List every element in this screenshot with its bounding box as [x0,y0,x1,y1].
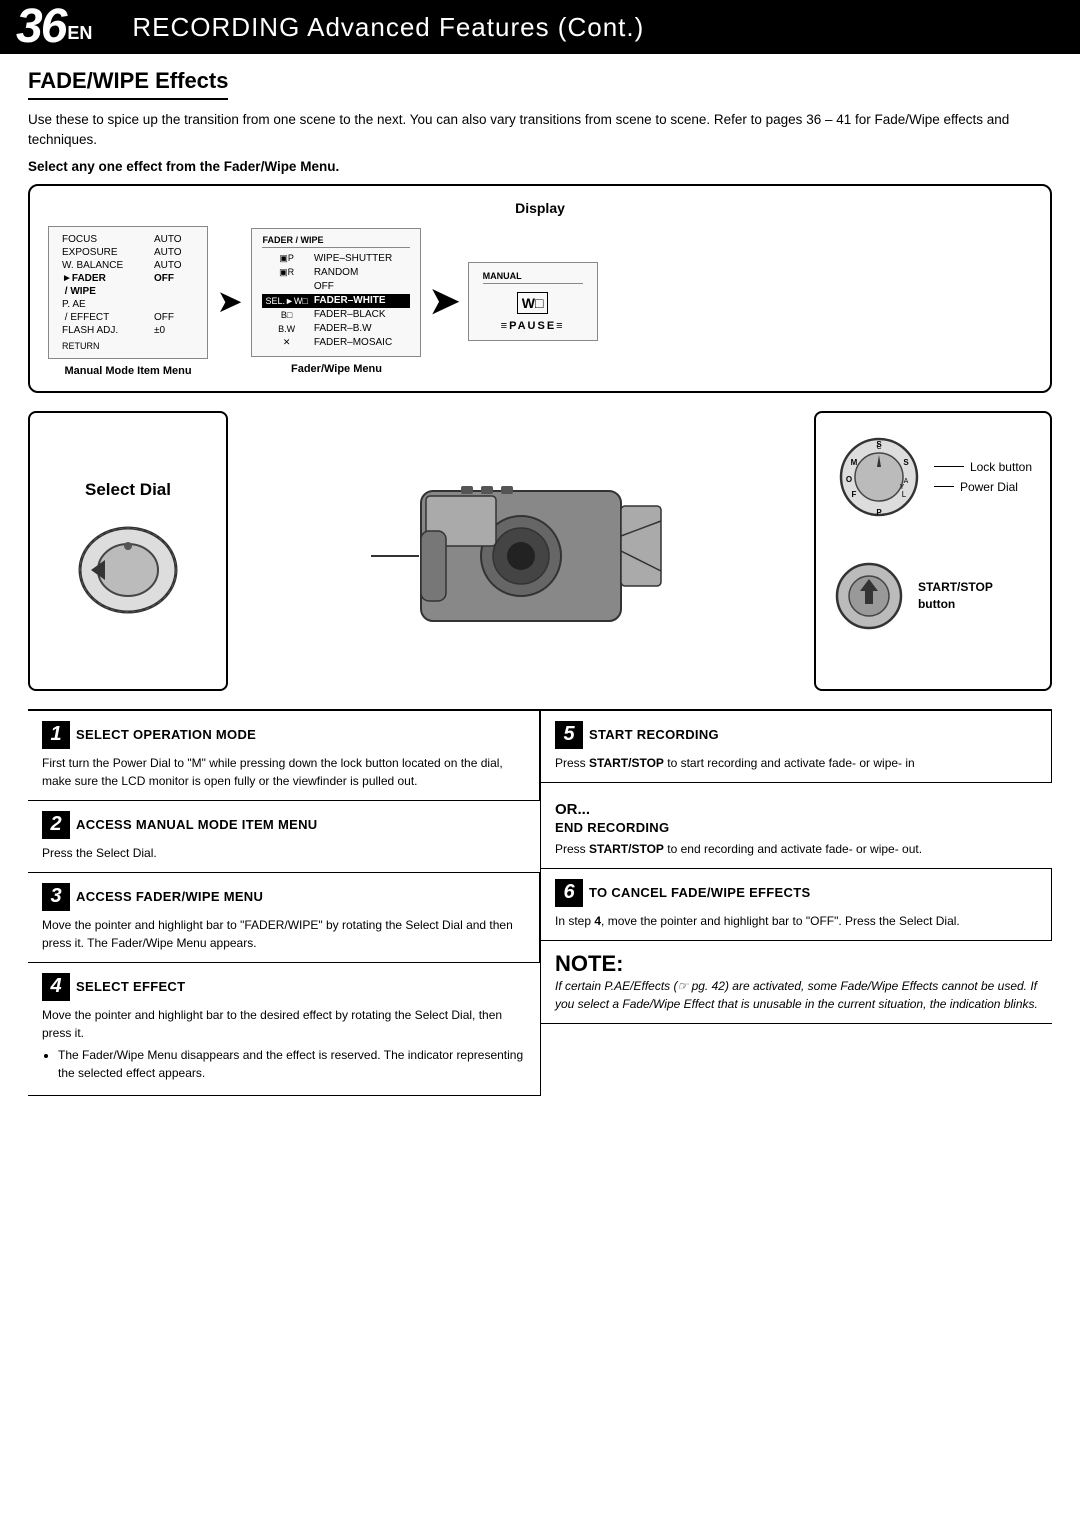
step-3-header: 3 ACCESS FADER/WIPE MENU [42,883,525,911]
svg-text:M: M [851,458,858,467]
step-6-num: 6 [555,879,583,907]
step-6-body: In step 4, move the pointer and highligh… [555,912,1037,930]
power-dial-svg: S C S M O F P L A Y [834,427,924,527]
step-2-header: 2 ACCESS MANUAL MODE ITEM MENU [42,811,526,839]
end-rec-body: Press START/STOP to end recording and ac… [555,840,1038,858]
step-2-body: Press the Select Dial. [42,844,526,862]
step-4-num: 4 [42,973,70,1001]
note-section: NOTE: If certain P.AE/Effects (☞ pg. 42)… [541,941,1052,1024]
page-en: EN [67,23,92,44]
header-rest: Advanced Features (Cont.) [300,12,644,42]
display-label: Display [48,200,1032,216]
step-1: 1 SELECT OPERATION MODE First turn the P… [28,711,540,801]
step-4-title: SELECT EFFECT [76,979,185,994]
main-content: FADE/WIPE Effects Use these to spice up … [0,54,1080,1110]
arrow-right-icon: ➤ [218,285,241,318]
step-3-body: Move the pointer and highlight bar to "F… [42,916,525,952]
step-4-bullet: The Fader/Wipe Menu disappears and the e… [58,1046,526,1082]
step-5: 5 START RECORDING Press START/STOP to st… [541,711,1052,783]
step-3-title: ACCESS FADER/WIPE MENU [76,889,263,904]
lock-label: Lock button [934,460,1032,474]
step-2-title: ACCESS MANUAL MODE ITEM MENU [76,817,317,832]
right-steps-col: 5 START RECORDING Press START/STOP to st… [540,711,1052,1096]
step-3: 3 ACCESS FADER/WIPE MENU Move the pointe… [28,873,540,963]
select-dial-svg [73,512,183,622]
end-rec-title: END RECORDING [555,820,669,835]
manual-mode-menu: FOCUSAUTO EXPOSUREAUTO W. BALANCEAUTO ►F… [48,226,208,359]
svg-text:O: O [846,475,852,484]
controls-labels: Lock button Power Dial [934,460,1032,494]
header-recording: RECORDING [132,12,300,42]
fader-wipe-caption: Fader/Wipe Menu [291,363,382,375]
step-1-body: First turn the Power Dial to "M" while p… [42,754,525,790]
arrow-big-icon: ➤ [429,280,459,322]
sub-heading: Select any one effect from the Fader/Wip… [28,159,1052,174]
note-body: If certain P.AE/Effects (☞ pg. 42) are a… [555,977,1038,1013]
diagram-area: Select Dial [28,411,1052,691]
svg-text:F: F [852,490,857,499]
step-2-num: 2 [42,811,70,839]
step-5-body: Press START/STOP to start recording and … [555,754,1037,772]
step-3-num: 3 [42,883,70,911]
intro-text: Use these to spice up the transition fro… [28,110,1052,151]
step-5-header: 5 START RECORDING [555,721,1037,749]
fader-wipe-label: FADER / WIPE [262,235,410,248]
start-stop-label: START/STOPbutton [918,579,993,613]
note-title: NOTE: [555,951,1038,977]
display-screens: FOCUSAUTO EXPOSUREAUTO W. BALANCEAUTO ►F… [48,226,1032,377]
step-4-body: Move the pointer and highlight bar to th… [42,1006,526,1082]
select-dial-label: Select Dial [85,480,171,500]
step-2: 2 ACCESS MANUAL MODE ITEM MENU Press the… [28,801,540,873]
step-1-title: SELECT OPERATION MODE [76,727,256,742]
or-end-recording: OR... END RECORDING Press START/STOP to … [541,783,1052,869]
step-4-header: 4 SELECT EFFECT [42,973,526,1001]
fader-wipe-menu: FADER / WIPE ▣PWIPE–SHUTTER ▣RRANDOM OFF… [251,228,421,357]
camera-area [248,411,794,691]
power-label: Power Dial [934,480,1032,494]
svg-text:A: A [904,478,909,485]
step-6-header: 6 TO CANCEL FADE/WIPE EFFECTS [555,879,1037,907]
step-1-header: 1 SELECT OPERATION MODE [42,721,525,749]
page-header: 36 EN RECORDING Advanced Features (Cont.… [0,0,1080,54]
step-6-title: TO CANCEL FADE/WIPE EFFECTS [589,885,810,900]
svg-text:P: P [876,508,882,517]
step-5-title: START RECORDING [589,727,719,742]
start-stop-area: START/STOPbutton [834,561,1032,631]
select-dial-box: Select Dial [28,411,228,691]
svg-text:L: L [902,490,907,499]
controls-box: S C S M O F P L A Y [814,411,1052,691]
step-5-num: 5 [555,721,583,749]
step-1-num: 1 [42,721,70,749]
lock-button-label: Lock button [970,460,1032,474]
svg-text:C: C [876,444,881,451]
left-steps-col: 1 SELECT OPERATION MODE First turn the P… [28,711,540,1096]
page-number: 36 [16,3,65,51]
lock-power-area: S C S M O F P L A Y [834,427,1032,533]
power-dial-label: Power Dial [960,480,1018,494]
step-4: 4 SELECT EFFECT Move the pointer and hig… [28,963,540,1096]
manual-pause-screen: MANUAL W□ ≡PAUSE≡ [468,262,598,341]
or-label: OR... [555,801,1038,818]
display-box: Display FOCUSAUTO EXPOSUREAUTO W. BALANC… [28,184,1052,393]
steps-grid: 1 SELECT OPERATION MODE First turn the P… [28,709,1052,1096]
manual-mode-caption: Manual Mode Item Menu [64,365,191,377]
svg-text:Y: Y [900,484,905,491]
end-rec-header: END RECORDING [555,820,1038,835]
svg-text:S: S [903,458,909,467]
camera-svg [361,431,681,671]
start-stop-svg [834,561,904,631]
section-title: FADE/WIPE Effects [28,68,228,100]
step-6: 6 TO CANCEL FADE/WIPE EFFECTS In step 4,… [541,869,1052,941]
header-title: RECORDING Advanced Features (Cont.) [132,12,644,43]
